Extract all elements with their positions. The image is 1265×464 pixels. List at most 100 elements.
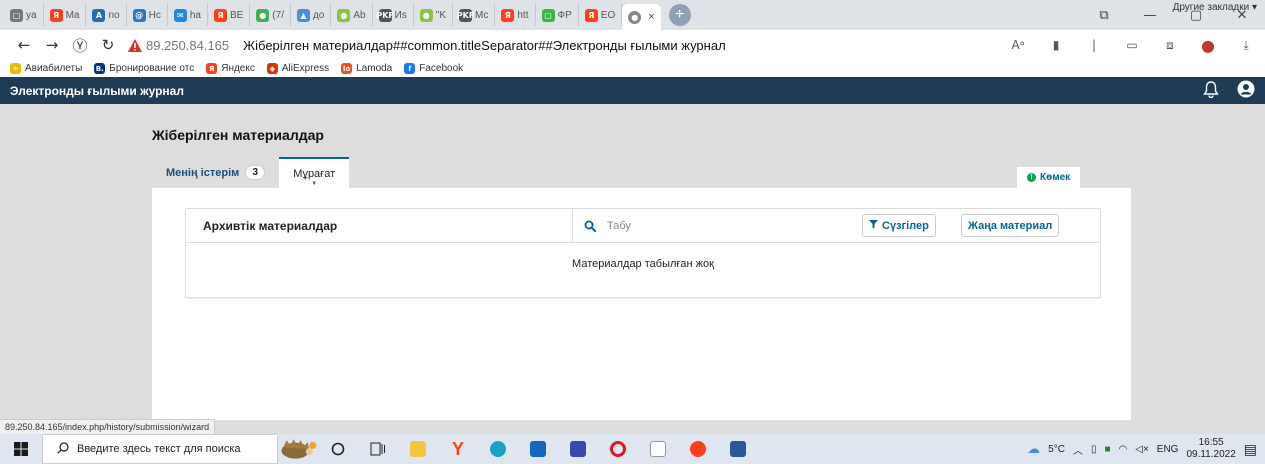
filters-button[interactable]: Сүзгілер <box>862 214 936 237</box>
user-account-icon[interactable] <box>1237 80 1255 101</box>
browser-tab-label: Hc <box>148 9 161 21</box>
browser-tab-label: htt <box>517 9 529 21</box>
browser-tab[interactable]: ● (7/ <box>250 4 291 26</box>
new-submission-button[interactable]: Жаңа материал <box>961 214 1060 237</box>
search-input[interactable] <box>607 219 827 232</box>
browser-tab[interactable]: ▲ до <box>291 4 332 26</box>
wifi-icon[interactable]: ◠ <box>1119 444 1128 455</box>
mail-icon: @ <box>132 8 146 22</box>
windows-start-icon[interactable] <box>0 442 42 456</box>
yandex-icon: Я <box>584 8 598 22</box>
help-info-icon: ! <box>1027 173 1036 182</box>
opera-icon[interactable] <box>598 434 638 464</box>
clock[interactable]: 16:55 09.11.2022 <box>1186 437 1235 461</box>
collections-icon[interactable]: ⧈ <box>1151 38 1189 53</box>
battery-icon[interactable]: ▭ <box>1113 38 1151 52</box>
browser-tab[interactable]: ✉ ha <box>168 4 208 26</box>
close-tab-icon[interactable]: × <box>648 11 654 23</box>
weather-cloud-icon[interactable]: ☁ <box>1027 441 1040 457</box>
bookmark-item[interactable]: B. Бронирование отс <box>94 63 194 74</box>
submission-tabs: Менің істерім 3 Мұрағат ▼ <box>152 157 350 188</box>
filter-funnel-icon <box>869 219 878 232</box>
tab-my-queue-label: Менің істерім <box>166 166 240 179</box>
mail-app-icon[interactable] <box>518 434 558 464</box>
browser-tab[interactable]: ● "K <box>414 4 454 26</box>
yandex-app-icon[interactable] <box>678 434 718 464</box>
browser-tab[interactable]: ▢ ya <box>4 4 44 26</box>
language-indicator[interactable]: ENG <box>1157 444 1179 455</box>
volume-muted-icon[interactable]: ◁× <box>1135 444 1149 455</box>
bookmark-label: Авиабилеты <box>25 63 83 74</box>
help-button[interactable]: ! Көмек <box>1017 167 1081 188</box>
browser-tab[interactable]: Ano <box>86 4 127 26</box>
cortana-icon[interactable] <box>318 434 358 464</box>
browser-tab-strip: ▢ ya Я Ma Ano @ Hc ✉ ha Я BE ● (7/▲ до ● Ab PKF Иs ● "K PKF M… <box>0 0 1265 30</box>
document-icon[interactable] <box>638 434 678 464</box>
search-icon[interactable] <box>573 220 607 232</box>
back-button[interactable]: ← <box>10 36 38 54</box>
status-bar-url: 89.250.84.165/index.php/history/submissi… <box>0 419 216 434</box>
browser-tab[interactable]: PKF Иs <box>373 4 414 26</box>
photo-app-icon[interactable] <box>558 434 598 464</box>
browser-tab[interactable]: ● Ab <box>331 4 373 26</box>
other-bookmarks[interactable]: Другие закладки ▾ <box>1173 2 1257 13</box>
browser-tab[interactable]: Я Ma <box>44 4 87 26</box>
bookmark-label: AliExpress <box>281 63 330 74</box>
queue-count-badge: 3 <box>245 165 266 180</box>
page-url-title[interactable]: Жіберілген материалдар##common.titleSepa… <box>243 38 726 53</box>
divider: | <box>1091 38 1097 52</box>
taskbar-search[interactable]: Введите здесь текст для поиска <box>42 434 278 464</box>
notifications-icon[interactable]: ▤ <box>1244 441 1257 458</box>
url-host[interactable]: 89.250.84.165 <box>146 38 229 53</box>
notifications-bell-icon[interactable] <box>1203 80 1219 101</box>
address-bar-actions: Aᵃ ▮ | ▭ ⧈ ● ⤓ <box>999 30 1265 60</box>
bookmark-label: Яндекс <box>221 63 255 74</box>
taskbar-search-placeholder: Введите здесь текст для поиска <box>77 443 241 455</box>
address-bar: ← → Ⓨ ↻ 89.250.84.165 Жіберілген материа… <box>0 30 1265 60</box>
bookmark-item[interactable]: ◆ AliExpress <box>266 63 330 74</box>
bookmark-icon[interactable]: ▮ <box>1037 38 1075 52</box>
download-icon[interactable]: ⤓ <box>1227 38 1265 53</box>
task-view-icon[interactable] <box>358 434 398 464</box>
journal-title[interactable]: Электронды ғылыми журнал <box>10 84 184 98</box>
browser-tab-label: ha <box>189 9 201 21</box>
read-aloud-icon[interactable]: Aᵃ <box>999 38 1037 52</box>
bookmark-item[interactable]: Я Яндекс <box>206 63 255 74</box>
not-secure-warning-icon[interactable] <box>128 38 142 52</box>
yandex-browser-icon[interactable]: Y <box>438 434 478 464</box>
tray-device-icon[interactable]: ▯ <box>1091 444 1097 455</box>
tab-my-queue[interactable]: Менің істерім 3 <box>152 157 279 188</box>
archive-panel: Архивтік материалдар Сүзгілер Жаңа матер… <box>152 188 1131 420</box>
tab-archive[interactable]: Мұрағат ▼ <box>279 157 350 188</box>
app-icon: ● <box>337 8 351 22</box>
forward-button[interactable]: → <box>38 36 66 54</box>
yandex-home-icon[interactable]: Ⓨ <box>66 35 94 56</box>
bookmark-label: Lamoda <box>356 63 393 74</box>
browser-tab[interactable]: Я BE <box>208 4 251 26</box>
minimize-button[interactable]: — <box>1127 8 1173 23</box>
tab-actions-icon[interactable]: ⧉ <box>1081 8 1127 23</box>
browser-tab[interactable]: ▢ ФР <box>536 4 579 26</box>
bookmark-item[interactable]: lo Lamoda <box>341 63 392 74</box>
reload-button[interactable]: ↻ <box>94 36 122 54</box>
browser-tab-label: (7/ <box>272 9 284 21</box>
browser-tab[interactable]: @ Hc <box>127 4 168 26</box>
browser-tab[interactable]: PKF Mc <box>453 4 496 26</box>
lamoda-icon: lo <box>341 63 353 74</box>
weather-temp[interactable]: 5°C <box>1048 444 1065 455</box>
browser-tab-active[interactable]: ● × <box>622 4 661 30</box>
bookmark-item[interactable]: f Facebook <box>404 63 463 74</box>
taskbar-search-icon <box>57 441 69 457</box>
tray-overflow-icon[interactable]: ︿ <box>1073 442 1083 457</box>
edge-icon[interactable] <box>478 434 518 464</box>
yandex-icon: Я <box>213 8 227 22</box>
word-icon[interactable] <box>718 434 758 464</box>
browser-tab[interactable]: Я EO <box>579 4 623 26</box>
tray-app-icon[interactable]: ■ <box>1104 444 1110 455</box>
file-explorer-icon[interactable] <box>398 434 438 464</box>
bookmark-item[interactable]: ✈ Авиабилеты <box>10 63 82 74</box>
browser-tab[interactable]: Яhtt <box>495 4 536 26</box>
new-tab-button[interactable]: + <box>668 4 691 26</box>
profile-icon[interactable]: ● <box>1189 36 1227 55</box>
app-icon: ▲ <box>296 8 310 22</box>
